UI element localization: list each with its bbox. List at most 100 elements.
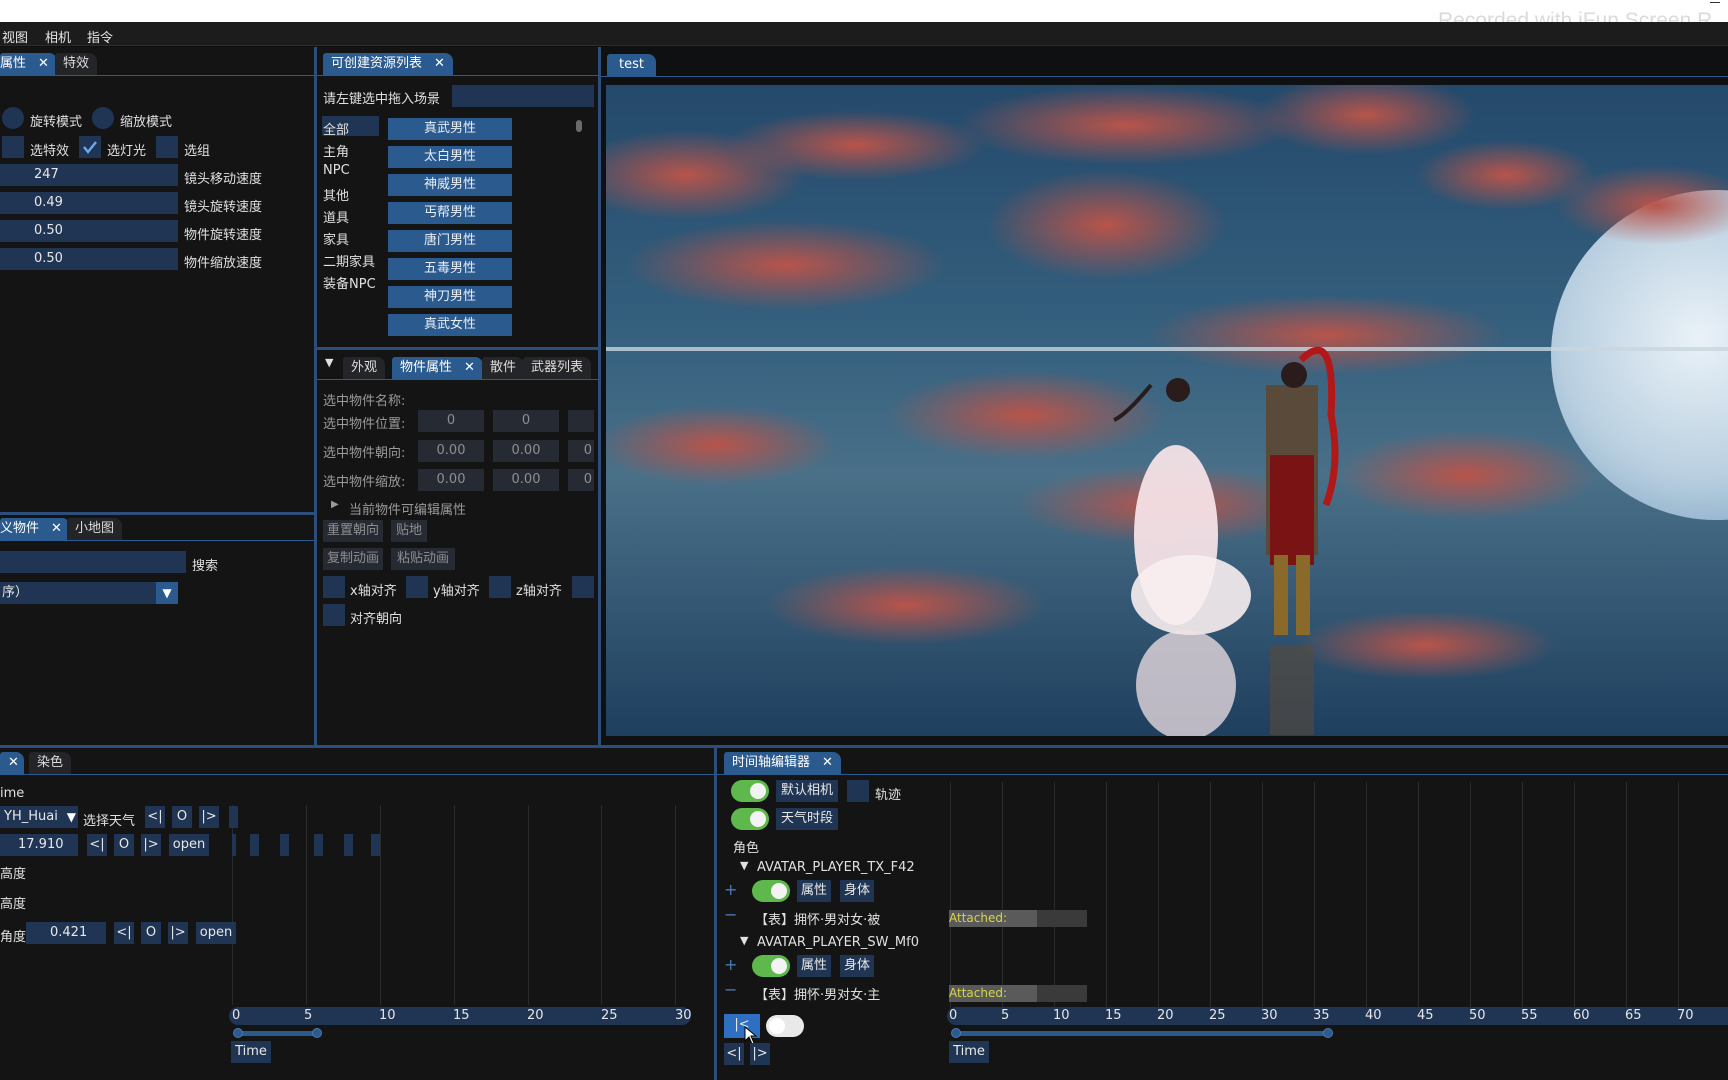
attached-track[interactable]: Attached:	[949, 910, 1087, 927]
keyframe-marker[interactable]	[314, 834, 323, 856]
range-start-handle[interactable]	[951, 1028, 961, 1038]
chevron-down-icon[interactable]: ▼	[156, 582, 178, 604]
rotate-mode-radio[interactable]	[2, 107, 24, 129]
z-align-checkbox[interactable]	[489, 576, 511, 598]
weather-period-button[interactable]: 天气时段	[776, 808, 838, 830]
keyframe-marker[interactable]	[344, 834, 353, 856]
tab-parts[interactable]: 散件	[482, 357, 525, 379]
align-direction-checkbox[interactable]	[323, 604, 345, 626]
avatar-name[interactable]: AVATAR_PLAYER_TX_F42	[757, 860, 915, 875]
resource-item[interactable]: 唐门男性	[388, 230, 512, 252]
minimize-icon[interactable]	[1710, 2, 1720, 3]
resource-item[interactable]: 神刀男性	[388, 286, 512, 308]
open-button[interactable]: open	[196, 922, 236, 944]
sort-select[interactable]: 序） ▼	[0, 582, 178, 604]
snap-ground-button[interactable]: 贴地	[391, 520, 427, 542]
resource-item[interactable]: 太白男性	[388, 146, 512, 168]
body-button[interactable]: 身体	[840, 955, 874, 977]
scrollbar-thumb[interactable]	[576, 120, 582, 132]
category-other[interactable]: 其他	[323, 185, 349, 204]
paste-anim-button[interactable]: 粘贴动画	[391, 548, 455, 570]
menu-view[interactable]: 视图	[2, 27, 28, 46]
tab-test-scene[interactable]: test	[607, 54, 656, 76]
close-icon[interactable]: ✕	[8, 755, 19, 770]
tab-dye[interactable]: 染色	[29, 752, 72, 774]
minus-icon[interactable]: −	[724, 980, 737, 999]
keyframe-marker[interactable]	[229, 806, 238, 828]
scale-x-input[interactable]: 0.00	[418, 469, 484, 491]
collapse-icon[interactable]: ▼	[740, 859, 748, 872]
time-button[interactable]: Time	[949, 1041, 989, 1063]
resource-item[interactable]: 真武女性	[388, 314, 512, 336]
weather-timeline-ruler[interactable]: 0 5 10 15 20 25 30	[229, 1007, 692, 1025]
camera-move-speed-input[interactable]: 247	[0, 164, 178, 186]
close-icon[interactable]: ✕	[822, 755, 833, 770]
scale-mode-radio[interactable]	[92, 107, 114, 129]
tab-timeline-editor[interactable]: 时间轴编辑器 ✕	[724, 752, 841, 774]
timeline-ruler[interactable]: 0 5 10 15 20 25 30 35 40 45 50 55 60 65 …	[947, 1007, 1728, 1025]
close-icon[interactable]: ✕	[434, 56, 445, 71]
trajectory-checkbox[interactable]	[847, 780, 869, 802]
attached-track[interactable]: Attached:	[949, 985, 1087, 1002]
reset-orientation-button[interactable]: 重置朝向	[323, 520, 383, 542]
time-value-input[interactable]: 17.910	[0, 834, 78, 856]
tab-weather[interactable]: ✕	[0, 752, 24, 774]
copy-anim-button[interactable]: 复制动画	[323, 548, 383, 570]
resource-item[interactable]: 五毒男性	[388, 258, 512, 280]
add-key-button[interactable]: O	[114, 834, 134, 856]
prev-key-button[interactable]: <|	[145, 806, 165, 828]
select-group-checkbox[interactable]	[156, 136, 178, 158]
close-icon[interactable]: ✕	[38, 56, 49, 71]
object-scale-speed-input[interactable]: 0.50	[0, 248, 178, 270]
y-align-checkbox[interactable]	[406, 576, 428, 598]
x-align-checkbox[interactable]	[323, 576, 345, 598]
minus-icon[interactable]: −	[724, 905, 737, 924]
default-camera-button[interactable]: 默认相机	[776, 780, 838, 802]
tab-appearance[interactable]: 外观	[343, 357, 386, 379]
extra-align-checkbox[interactable]	[572, 576, 594, 598]
resource-item[interactable]: 丐帮男性	[388, 202, 512, 224]
next-key-button[interactable]: |>	[141, 834, 161, 856]
tab-weapon-list[interactable]: 武器列表	[523, 357, 592, 379]
range-start-handle[interactable]	[233, 1028, 243, 1038]
scale-z-input[interactable]: 0	[568, 469, 594, 491]
category-props[interactable]: 道具	[323, 207, 349, 226]
chevron-down-icon[interactable]: ▼	[67, 806, 76, 828]
avatar-name[interactable]: AVATAR_PLAYER_SW_Mf0	[757, 935, 919, 950]
resource-item[interactable]: 神威男性	[388, 174, 512, 196]
collapse-icon[interactable]: ▼	[740, 934, 748, 947]
expand-icon[interactable]: ▶	[331, 499, 339, 510]
keyframe-marker[interactable]	[250, 834, 259, 856]
range-end-handle[interactable]	[312, 1028, 322, 1038]
tab-object-props[interactable]: 物件属性 ✕	[392, 357, 483, 379]
avatar-visible-toggle[interactable]	[752, 880, 790, 902]
category-all[interactable]: 全部	[323, 119, 349, 138]
next-key-button[interactable]: |>	[199, 806, 219, 828]
next-key-button[interactable]: |>	[168, 922, 188, 944]
plus-icon[interactable]: +	[724, 955, 737, 974]
close-icon[interactable]: ✕	[51, 521, 62, 536]
object-rotate-speed-input[interactable]: 0.50	[0, 220, 178, 242]
clip-name[interactable]: 【表】拥怀·男对女·主	[755, 984, 880, 1003]
tab-effects[interactable]: 特效	[55, 53, 98, 75]
menu-command[interactable]: 指令	[87, 27, 113, 46]
time-range-bar[interactable]	[238, 1031, 318, 1036]
avatar-visible-toggle[interactable]	[752, 955, 790, 977]
add-key-button[interactable]: O	[141, 922, 161, 944]
category-protagonist[interactable]: 主角	[323, 141, 349, 160]
range-end-handle[interactable]	[1323, 1028, 1333, 1038]
category-furniture-2[interactable]: 二期家具	[323, 251, 375, 270]
select-effects-checkbox[interactable]	[2, 136, 24, 158]
prev-key-button[interactable]: <|	[87, 834, 107, 856]
scale-y-input[interactable]: 0.00	[493, 469, 559, 491]
position-z-input[interactable]	[568, 410, 594, 432]
close-icon[interactable]: ✕	[464, 360, 475, 375]
orientation-y-input[interactable]: 0.00	[493, 440, 559, 462]
angle-value-input[interactable]: 0.421	[26, 922, 106, 944]
object-search-input[interactable]	[0, 551, 186, 573]
attr-button[interactable]: 属性	[797, 955, 831, 977]
plus-icon[interactable]: +	[724, 880, 737, 899]
camera-rotate-speed-input[interactable]: 0.49	[0, 192, 178, 214]
tab-minimap[interactable]: 小地图	[67, 518, 123, 540]
keyframe-marker[interactable]	[371, 834, 380, 856]
